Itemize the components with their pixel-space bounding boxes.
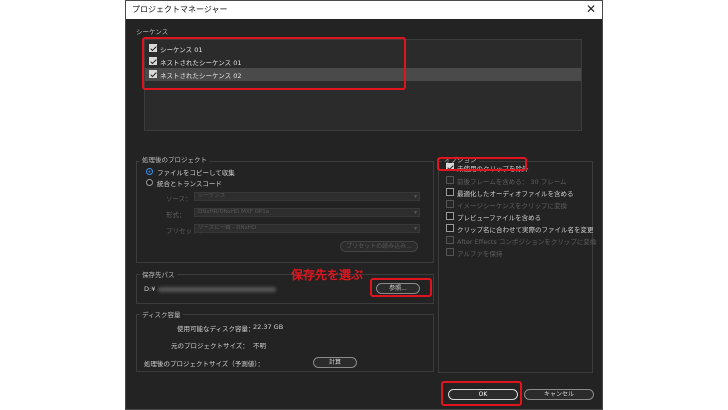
conformed-audio-checkbox[interactable] [446,188,454,196]
copy-radio[interactable] [146,168,153,175]
preview-files-label: プレビューファイルを含める [457,214,542,222]
estimated-size-label: 処理後のプロジェクトサイズ（予測値）： [144,360,265,368]
exclude-unused-highlight-box [437,157,527,171]
preview-files-checkbox[interactable] [446,212,454,220]
image-sequence-checkbox[interactable] [446,200,454,208]
rename-media-label: クリップ名に合わせて実際のファイル名を変更 [457,226,594,234]
processed-project-label: 処理後のプロジェクト [140,154,209,164]
disk-space-label: ディスク容量 [140,309,183,319]
handle-frames-checkbox[interactable] [446,176,454,184]
window-title: プロジェクトマネージャー [132,5,228,14]
preserve-alpha-label: アルファを保持 [457,250,503,258]
destination-path-redacted [158,287,276,292]
sequence-highlight-box [142,37,406,90]
close-icon[interactable]: ✕ [586,2,596,16]
destination-label: 保存先パス [140,269,177,279]
ae-comp-label: After Effects コンポジションをクリップに変換 [457,238,597,246]
original-size-label: 元のプロジェクトサイズ： [171,342,249,350]
original-size-value: 不明 [253,342,266,350]
preserve-alpha-checkbox[interactable] [446,248,454,256]
ok-highlight-box [441,381,522,406]
conformed-audio-label: 最適化したオーディオファイルを含める [457,190,574,198]
format-label: 形式： [166,211,186,219]
title-bar: プロジェクトマネージャー ✕ [126,1,602,19]
consolidate-radio-label: 統合とトランスコード [157,180,222,188]
handle-frames-label: 前後フレームを含める： 30 フレーム [457,178,567,186]
available-space-value: 22.37 GB [253,323,284,331]
available-space-label: 使用可能なディスク容量： [177,325,255,333]
cancel-button[interactable]: キャンセル [524,389,594,400]
format-dropdown[interactable]: DNxHR/DNxHD MXF OP1a [194,208,420,217]
sequences-label: シーケンス [136,28,169,36]
rename-media-checkbox[interactable] [446,224,454,232]
source-label: ソース： [166,195,192,203]
destination-path-prefix: D:¥ [144,285,156,293]
import-preset-button[interactable]: プリセットの読み込み... [340,241,418,252]
browse-highlight-box [370,278,432,297]
copy-radio-label: ファイルをコピーして収集 [157,169,235,177]
image-sequence-label: イメージシーケンスをクリップに変換 [457,202,568,210]
annotation-callout: 保存先を選ぶ [291,268,364,282]
consolidate-radio[interactable] [146,179,153,186]
preset-dropdown[interactable]: ソースに一致 - DNxHD [194,224,420,233]
ae-comp-checkbox[interactable] [446,236,454,244]
calculate-button[interactable]: 計算 [313,357,357,368]
source-dropdown[interactable]: シーケンス [194,192,420,201]
